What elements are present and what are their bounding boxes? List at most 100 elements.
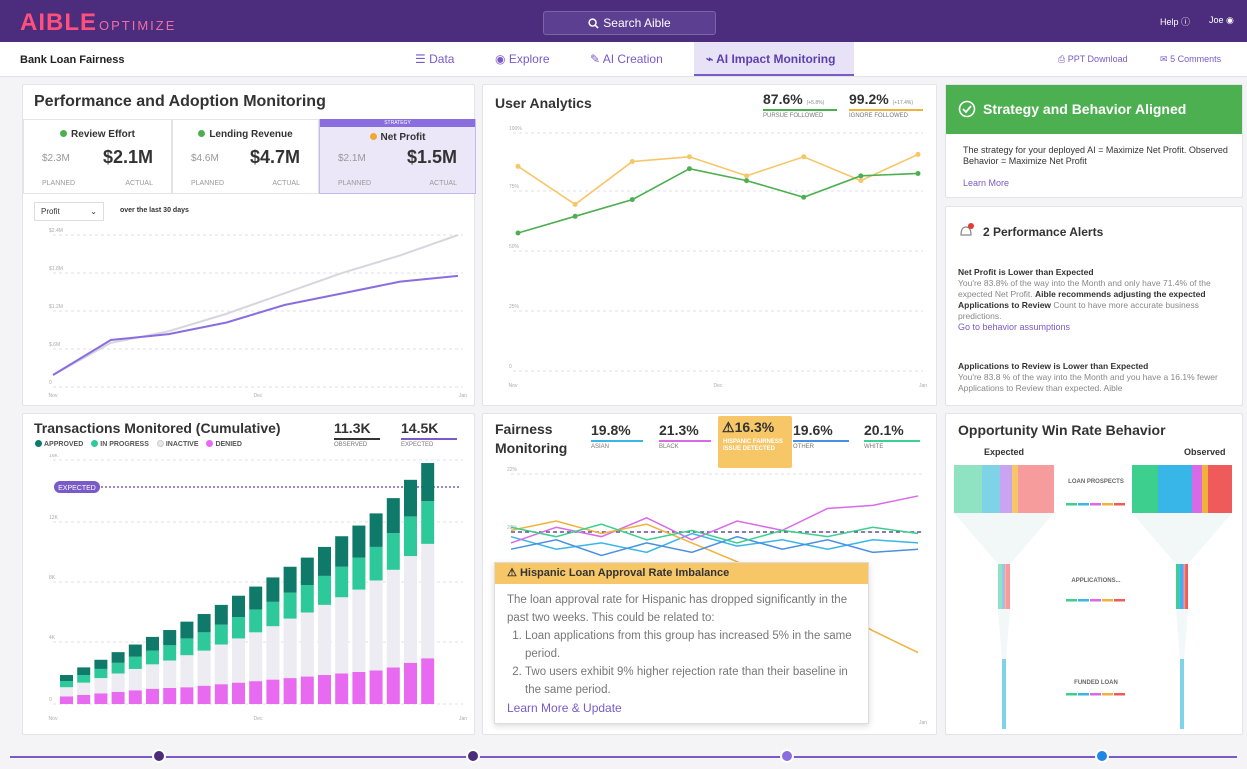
bar-segment-in-progress[interactable]: [249, 609, 263, 633]
funnel-segment[interactable]: [1192, 465, 1202, 513]
bar-segment-denied[interactable]: [163, 687, 177, 704]
funnel-segment[interactable]: [1018, 465, 1054, 513]
data-point[interactable]: [686, 154, 692, 160]
bar-segment-inactive[interactable]: [266, 626, 280, 680]
bar-segment-approved[interactable]: [335, 536, 349, 567]
bar-segment-in-progress[interactable]: [318, 575, 331, 605]
timeline-node-pulse-icon[interactable]: [466, 749, 480, 763]
data-point[interactable]: [915, 151, 921, 157]
bar-segment-approved[interactable]: [128, 644, 142, 657]
bar-segment-in-progress[interactable]: [352, 557, 366, 590]
bar-segment-approved[interactable]: [180, 621, 194, 639]
funnel-segment[interactable]: [998, 564, 1002, 609]
bar-segment-inactive[interactable]: [146, 664, 159, 689]
data-point[interactable]: [744, 178, 750, 184]
bar-segment-denied[interactable]: [266, 679, 280, 704]
funnel-segment[interactable]: [1208, 465, 1232, 513]
bar-segment-in-progress[interactable]: [77, 675, 91, 683]
learn-more-update-link[interactable]: Learn More & Update: [507, 701, 622, 715]
bar-segment-in-progress[interactable]: [197, 632, 211, 651]
bar-segment-inactive[interactable]: [111, 673, 125, 692]
bar-segment-inactive[interactable]: [386, 569, 400, 668]
bar-segment-denied[interactable]: [214, 684, 228, 704]
bar-segment-in-progress[interactable]: [60, 681, 73, 688]
bar-segment-inactive[interactable]: [300, 612, 314, 677]
tab-ai-impact-monitoring[interactable]: ⌁ AI Impact Monitoring: [694, 42, 854, 76]
bar-segment-approved[interactable]: [77, 667, 91, 676]
tab-explore[interactable]: ◉ Explore: [495, 42, 565, 76]
bar-segment-inactive[interactable]: [94, 678, 108, 694]
data-point[interactable]: [801, 154, 807, 160]
bar-segment-inactive[interactable]: [283, 618, 297, 679]
bar-segment-in-progress[interactable]: [283, 592, 297, 619]
user-menu[interactable]: Joe ◉: [1209, 15, 1234, 26]
data-point[interactable]: [686, 166, 692, 172]
data-point[interactable]: [801, 194, 807, 200]
bar-segment-inactive[interactable]: [77, 682, 91, 695]
bar-segment-approved[interactable]: [214, 604, 228, 625]
bar-segment-approved[interactable]: [318, 546, 331, 576]
funnel-segment[interactable]: [1132, 465, 1158, 513]
help-link[interactable]: Help ⓘ: [1160, 15, 1190, 28]
bar-segment-approved[interactable]: [266, 577, 280, 602]
funnel-segment[interactable]: [1004, 564, 1006, 609]
bar-segment-denied[interactable]: [421, 658, 435, 704]
bar-segment-denied[interactable]: [352, 671, 366, 704]
data-point[interactable]: [515, 163, 521, 169]
hispanic-fairness-warning[interactable]: ⚠16.3% HISPANIC FAIRNESS ISSUE DETECTED: [718, 416, 792, 468]
bar-segment-approved[interactable]: [421, 463, 435, 502]
bar-segment-denied[interactable]: [369, 670, 383, 704]
bar-segment-approved[interactable]: [283, 566, 297, 593]
bar-segment-inactive[interactable]: [197, 650, 211, 686]
funnel-segment[interactable]: [1001, 564, 1004, 609]
funnel-segment[interactable]: [954, 465, 982, 513]
data-point[interactable]: [744, 173, 750, 179]
bar-segment-denied[interactable]: [111, 691, 125, 704]
bar-segment-inactive[interactable]: [318, 604, 331, 676]
bar-segment-inactive[interactable]: [404, 556, 417, 663]
bar-segment-inactive[interactable]: [128, 668, 142, 691]
funnel-segment[interactable]: [1012, 465, 1018, 513]
data-point[interactable]: [858, 173, 864, 179]
bar-segment-in-progress[interactable]: [300, 585, 314, 613]
bar-segment-in-progress[interactable]: [163, 645, 177, 661]
bar-segment-denied[interactable]: [232, 682, 245, 704]
bar-segment-inactive[interactable]: [163, 660, 177, 688]
bar-segment-in-progress[interactable]: [111, 662, 125, 674]
data-point[interactable]: [515, 230, 521, 236]
bar-segment-denied[interactable]: [300, 676, 314, 704]
bar-segment-approved[interactable]: [300, 557, 314, 586]
bar-segment-inactive[interactable]: [232, 638, 245, 683]
ppt-download-link[interactable]: ⎙ PPT Download: [1058, 54, 1128, 65]
bar-segment-inactive[interactable]: [369, 580, 383, 671]
bar-segment-approved[interactable]: [352, 525, 366, 558]
data-point[interactable]: [629, 197, 635, 203]
data-point[interactable]: [915, 170, 921, 176]
bar-segment-approved[interactable]: [94, 659, 108, 669]
bar-segment-denied[interactable]: [386, 667, 400, 704]
timeline-node-target-icon[interactable]: [780, 749, 794, 763]
tab-data[interactable]: ☰ Data: [415, 42, 475, 76]
funnel-segment[interactable]: [1005, 564, 1010, 609]
bar-segment-approved[interactable]: [146, 636, 159, 651]
funnel-segment[interactable]: [1184, 564, 1186, 609]
funnel-segment[interactable]: [1000, 465, 1012, 513]
data-point[interactable]: [858, 178, 864, 184]
bar-segment-in-progress[interactable]: [146, 650, 159, 665]
bar-segment-in-progress[interactable]: [94, 668, 108, 679]
tab-ai-creation[interactable]: ✎ AI Creation: [590, 42, 680, 76]
timeline-node-globe-icon[interactable]: [1095, 749, 1109, 763]
funnel-segment[interactable]: [1180, 659, 1184, 729]
bar-segment-in-progress[interactable]: [335, 566, 349, 598]
bar-segment-inactive[interactable]: [180, 655, 194, 688]
behavior-assumptions-link[interactable]: Go to behavior assumptions: [958, 322, 1070, 332]
kpi-card-net-profit[interactable]: STRATEGY Net Profit $2.1M $1.5M PLANNED …: [319, 119, 476, 194]
bar-segment-approved[interactable]: [111, 652, 125, 663]
bar-segment-denied[interactable]: [77, 694, 91, 704]
bar-segment-inactive[interactable]: [249, 632, 263, 682]
bar-segment-denied[interactable]: [180, 687, 194, 704]
bar-segment-approved[interactable]: [404, 479, 417, 517]
funnel-segment[interactable]: [1202, 465, 1208, 513]
bar-segment-in-progress[interactable]: [369, 546, 383, 581]
bar-segment-approved[interactable]: [386, 498, 400, 534]
